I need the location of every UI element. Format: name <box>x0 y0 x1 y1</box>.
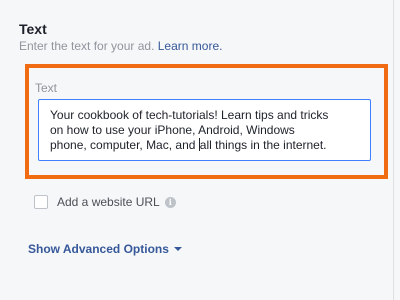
website-url-checkbox[interactable] <box>34 195 48 209</box>
caret-down-icon <box>173 247 182 251</box>
text-line-part: phone, computer, Mac, and <box>50 138 199 152</box>
info-icon[interactable]: i <box>164 196 176 208</box>
show-advanced-options-link[interactable]: Show Advanced Options <box>28 242 182 256</box>
text-line-with-caret: phone, computer, Mac, and all things in … <box>50 138 360 153</box>
text-line: on how to use your iPhone, Android, Wind… <box>50 123 295 137</box>
text-field-label: Text <box>35 81 58 95</box>
section-title: Text <box>19 21 47 37</box>
website-url-option: Add a website URL i <box>34 194 176 210</box>
text-line-part: all things in the internet. <box>199 138 327 152</box>
panel-divider <box>393 0 394 300</box>
section-description: Enter the text for your ad. Learn more. <box>19 39 222 53</box>
description-text: Enter the text for your ad. <box>19 39 155 53</box>
ad-text-input[interactable]: Your cookbook of tech-tutorials! Learn t… <box>38 99 371 161</box>
text-line: Your cookbook of tech-tutorials! Learn t… <box>50 108 329 122</box>
website-url-label[interactable]: Add a website URL <box>57 195 160 209</box>
highlight-annotation-box: Text Your cookbook of tech-tutorials! Le… <box>25 64 388 179</box>
ad-text-panel: Text Enter the text for your ad. Learn m… <box>0 0 400 300</box>
learn-more-link[interactable]: Learn more. <box>158 39 223 53</box>
advanced-options-label: Show Advanced Options <box>28 242 169 256</box>
